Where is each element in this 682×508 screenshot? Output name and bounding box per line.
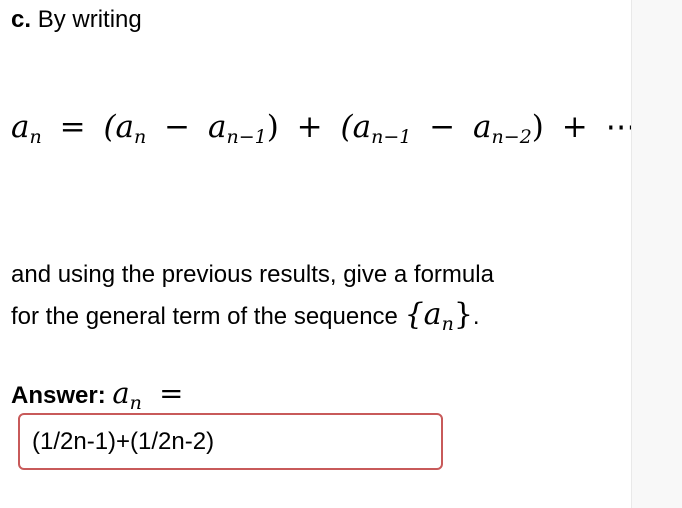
sequence-open: {a <box>404 297 442 332</box>
sequence-notation: {an} <box>404 297 473 335</box>
eq-plus2: + <box>561 109 588 145</box>
eq-lhs-sub: n <box>29 126 42 148</box>
eq-equals: = <box>59 109 86 145</box>
question-panel: c. By writing an = (an − an−1) + (an−1 −… <box>0 0 631 508</box>
sequence-period: . <box>472 303 480 330</box>
intro-text: By writing <box>37 6 142 33</box>
sequence-close: } <box>453 297 473 332</box>
sequence-sub: n <box>441 313 454 335</box>
instruction-line-2: for the general term of the sequence {an… <box>11 295 494 337</box>
right-side-panel <box>631 0 682 508</box>
answer-label-text: Answer: <box>11 382 106 409</box>
telescoping-equation: an = (an − an−1) + (an−1 − an−2) + ⋯ + (… <box>11 107 631 147</box>
question-heading: c. By writing <box>11 6 142 34</box>
part-label: c. <box>11 6 32 33</box>
answer-equals: = <box>159 376 184 410</box>
eq-plus1: + <box>296 109 323 145</box>
eq-term2-minus: − <box>429 109 456 145</box>
answer-var: an = <box>112 376 184 413</box>
eq-term2-sub1: n−1 <box>371 126 412 148</box>
eq-term2-close: ) <box>531 109 544 145</box>
eq-term2-sub2: n−2 <box>491 126 532 148</box>
answer-var-sub: n <box>129 392 142 414</box>
eq-term1-sub1: n <box>134 126 147 148</box>
eq-ellipsis: ⋯ <box>605 109 631 145</box>
answer-var-letter: a <box>112 376 130 410</box>
instruction-text: and using the previous results, give a f… <box>11 255 494 337</box>
eq-term2-open: (a <box>340 109 372 145</box>
eq-term2-a2: a <box>473 109 492 145</box>
instruction-line-2-text: for the general term of the sequence <box>11 303 398 330</box>
eq-term1-a2: a <box>207 109 227 145</box>
answer-input[interactable] <box>18 413 443 470</box>
eq-term1-open: (a <box>103 109 135 145</box>
eq-term1-sub2: n−1 <box>226 126 267 148</box>
answer-label: Answer: an = <box>11 373 183 416</box>
instruction-line-1: and using the previous results, give a f… <box>11 261 494 288</box>
eq-lhs-var: a <box>11 109 30 145</box>
eq-term1-close: ) <box>266 109 279 145</box>
eq-term1-minus: − <box>164 109 191 145</box>
